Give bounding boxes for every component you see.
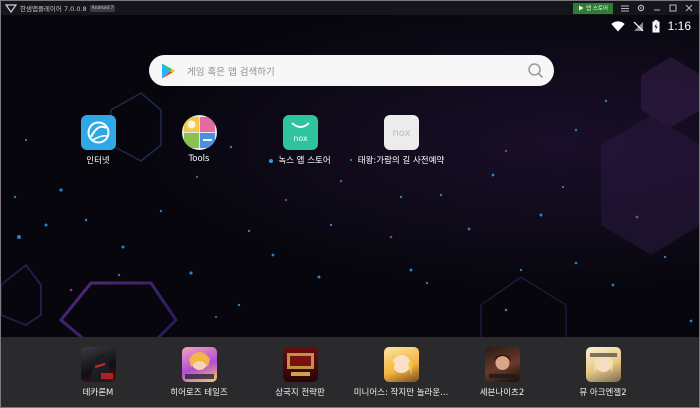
- title-controls: 앱 스토어: [573, 1, 699, 15]
- dock-app-label: 데카론M: [82, 388, 114, 398]
- wifi-icon: [610, 20, 625, 31]
- dock-app-label: 세븐나이츠2: [479, 388, 525, 398]
- dock-app-label: 미니어스: 작지만 놀라운...: [353, 388, 449, 398]
- seven-knights-icon: [484, 347, 520, 382]
- dock-app-seven-knights[interactable]: 세븐나이츠2: [452, 347, 552, 398]
- dock-app-dekaron[interactable]: 데카론M: [48, 347, 148, 398]
- nox-store-icon: nox: [282, 115, 318, 150]
- gear-icon[interactable]: [635, 2, 647, 14]
- android-desktop[interactable]: 1:16 게임 혹은 앱 검색하기 인터넷 Tools nox 녹스 앱 스토어…: [1, 15, 699, 337]
- dock-app-three-kingdoms[interactable]: 삼국지 전략판: [250, 347, 350, 398]
- dock-app-label: 히어로즈 테일즈: [170, 388, 228, 398]
- internet-icon: [80, 115, 116, 150]
- three-kingdoms-icon: [282, 347, 318, 382]
- desktop-app-internet[interactable]: 인터넷: [53, 115, 143, 166]
- app-dock: 데카론M 히어로즈 테일즈 삼국지 전략판 미니어스: 작지만 놀라운... 세…: [1, 337, 699, 407]
- app-label: 녹스 앱 스토어: [255, 154, 345, 166]
- status-time: 1:16: [667, 19, 691, 33]
- status-bar: 1:16: [610, 18, 691, 34]
- google-play-icon: [162, 63, 176, 78]
- svg-text:nox: nox: [392, 128, 410, 139]
- title-bar[interactable]: 한샘앱플레이어 7.0.0.8 Android 7 앱 스토어: [1, 1, 699, 15]
- dock-app-heroes-tales[interactable]: 히어로즈 테일즈: [149, 347, 249, 398]
- window-title: 한샘앱플레이어 7.0.0.8: [20, 5, 87, 13]
- dock-app-miniers[interactable]: 미니어스: 작지만 놀라운...: [351, 347, 451, 398]
- tools-icon: [181, 115, 217, 150]
- emulator-window: 한샘앱플레이어 7.0.0.8 Android 7 앱 스토어 1:16 게임 …: [0, 0, 700, 408]
- heroes-tales-icon: [181, 347, 217, 382]
- dock-app-label: 뮤 아크엔젤2: [579, 388, 627, 398]
- menu-icon[interactable]: [619, 2, 631, 14]
- minimize-icon[interactable]: [651, 2, 663, 14]
- play-icon: [579, 5, 584, 11]
- app-logo-icon: [5, 4, 17, 13]
- mu-archangel-icon: [585, 347, 621, 382]
- svg-text:nox: nox: [293, 134, 308, 143]
- app-label: 인터넷: [86, 156, 110, 166]
- search-input[interactable]: 게임 혹은 앱 검색하기: [187, 64, 275, 78]
- app-label: 태왕:가람의 길 사전예약: [357, 156, 445, 166]
- new-badge-dot: [269, 158, 274, 163]
- search-bar[interactable]: 게임 혹은 앱 검색하기: [149, 55, 554, 86]
- maximize-icon[interactable]: [667, 2, 679, 14]
- desktop-app-nox-store[interactable]: nox 녹스 앱 스토어: [255, 115, 345, 166]
- desktop-app-taewang[interactable]: nox 태왕:가람의 길 사전예약: [356, 115, 446, 166]
- app-store-button[interactable]: 앱 스토어: [573, 2, 613, 14]
- dock-app-label: 삼국지 전략판: [275, 388, 325, 398]
- desktop-app-tools[interactable]: Tools: [154, 115, 244, 164]
- dekaron-icon: [80, 347, 116, 382]
- close-icon[interactable]: [683, 2, 695, 14]
- miniers-icon: [383, 347, 419, 382]
- search-icon[interactable]: [527, 62, 544, 79]
- app-store-label: 앱 스토어: [586, 6, 608, 12]
- dock-app-mu-archangel[interactable]: 뮤 아크엔젤2: [553, 347, 653, 398]
- signal-icon: [633, 21, 644, 31]
- nox-icon: nox: [383, 115, 419, 150]
- battery-icon: [652, 19, 660, 32]
- app-label-text: 녹스 앱 스토어: [278, 156, 331, 166]
- app-label: Tools: [188, 154, 210, 164]
- android-version-badge: Android 7: [89, 4, 116, 12]
